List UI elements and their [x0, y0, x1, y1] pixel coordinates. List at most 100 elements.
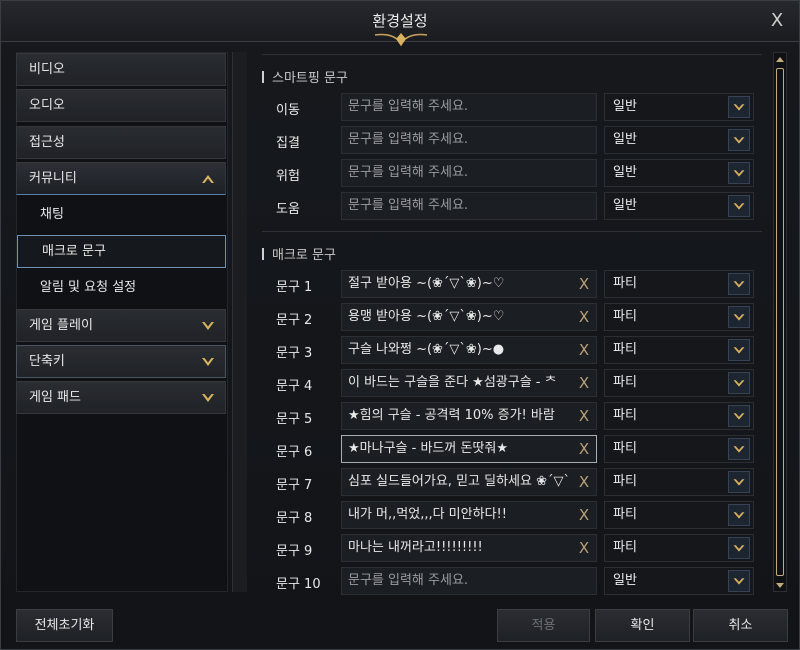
window-title: 환경설정	[372, 12, 428, 30]
phrase-input[interactable]: 절구 받아용 ~(❀ˊ▽ˋ❀)~♡	[341, 270, 597, 298]
sidebar-item-label: 접근성	[29, 135, 65, 150]
scroll-up-icon[interactable]	[774, 54, 786, 66]
sidebar-item-gamepad[interactable]: 게임 패드	[16, 381, 226, 414]
channel-select[interactable]: 파티	[604, 435, 754, 463]
phrase-input[interactable]: 내가 머,,먹었,,,다 미안하다!!	[341, 501, 597, 529]
channel-select-value: 일반	[613, 165, 637, 180]
sidebar-item-gameplay[interactable]: 게임 플레이	[16, 309, 226, 342]
chevron-down-icon	[202, 322, 214, 330]
chevron-down-icon	[728, 570, 750, 592]
apply-button[interactable]: 적용	[497, 609, 590, 642]
row-label: 문구 1	[276, 280, 313, 295]
channel-select[interactable]: 파티	[604, 402, 754, 430]
clear-icon[interactable]: X	[574, 404, 594, 428]
sidebar-item-label: 비디오	[29, 62, 65, 77]
channel-select-value: 파티	[613, 342, 637, 357]
phrase-input[interactable]: 용맹 받아용 ~(❀ˊ▽ˋ❀)~♡	[341, 303, 597, 331]
channel-select[interactable]: 일반	[604, 159, 754, 187]
sidebar-item-label: 알림 및 요청 설정	[40, 280, 137, 295]
sidebar-item-macro-phrases[interactable]: 매크로 문구	[17, 235, 226, 268]
section-title-text: 스마트핑 문구	[272, 71, 348, 86]
section-title-smart-ping: 스마트핑 문구	[262, 67, 348, 86]
channel-select-value: 파티	[613, 276, 637, 291]
channel-select[interactable]: 파티	[604, 468, 754, 496]
channel-select[interactable]: 파티	[604, 336, 754, 364]
clear-icon[interactable]: X	[574, 338, 594, 362]
phrase-input[interactable]: 문구를 입력해 주세요.	[341, 159, 597, 187]
chevron-down-icon	[202, 394, 214, 402]
close-button[interactable]: X	[765, 9, 789, 33]
clear-icon[interactable]: X	[574, 437, 594, 461]
row-label: 도움	[276, 202, 300, 217]
channel-select-value: 일반	[613, 573, 637, 588]
channel-select[interactable]: 파티	[604, 501, 754, 529]
divider	[262, 231, 762, 232]
sidebar-item-label: 게임 플레이	[29, 318, 93, 333]
phrase-input[interactable]: 문구를 입력해 주세요.	[341, 567, 597, 595]
chevron-down-icon	[728, 471, 750, 493]
clear-icon[interactable]: X	[574, 470, 594, 494]
channel-select[interactable]: 파티	[604, 270, 754, 298]
clear-icon[interactable]: X	[574, 371, 594, 395]
title-bar: 환경설정 X	[1, 1, 799, 47]
sidebar-item-notification-settings[interactable]: 알림 및 요청 설정	[16, 272, 226, 305]
confirm-button[interactable]: 확인	[595, 609, 690, 642]
channel-select[interactable]: 일반	[604, 567, 754, 595]
clear-icon[interactable]: X	[574, 305, 594, 329]
phrase-input[interactable]: 문구를 입력해 주세요.	[341, 126, 597, 154]
clear-icon[interactable]: X	[574, 272, 594, 296]
chevron-down-icon	[728, 195, 750, 217]
channel-select[interactable]: 일반	[604, 93, 754, 121]
channel-select-value: 파티	[613, 375, 637, 390]
row-label: 문구 10	[276, 577, 321, 592]
chevron-down-icon	[728, 537, 750, 559]
sidebar-item-hotkeys[interactable]: 단축키	[16, 345, 226, 378]
channel-select-value: 파티	[613, 540, 637, 555]
divider	[262, 54, 762, 55]
reset-all-button[interactable]: 전체초기화	[16, 609, 113, 642]
chevron-down-icon	[728, 162, 750, 184]
sidebar-item-label: 단축키	[29, 354, 65, 369]
channel-select-value: 파티	[613, 408, 637, 423]
cancel-button[interactable]: 취소	[693, 609, 788, 642]
phrase-input[interactable]: 문구를 입력해 주세요.	[341, 93, 597, 121]
channel-select-value: 일반	[613, 198, 637, 213]
phrase-input[interactable]: ★힘의 구슬 - 공격력 10% 증가! 바람	[341, 402, 597, 430]
scrollbar-thumb[interactable]	[776, 68, 784, 576]
channel-select[interactable]: 파티	[604, 303, 754, 331]
row-label: 문구 8	[276, 511, 313, 526]
section-title-text: 매크로 문구	[272, 248, 336, 263]
chevron-down-icon	[728, 438, 750, 460]
sidebar-item-video[interactable]: 비디오	[16, 53, 226, 86]
scroll-down-icon[interactable]	[774, 579, 786, 591]
phrase-input[interactable]: 심포 실드들어가요, 믿고 딜하세요 ❀ˊ▽ˋ	[341, 468, 597, 496]
chevron-down-icon	[728, 405, 750, 427]
chevron-down-icon	[202, 358, 214, 366]
channel-select[interactable]: 파티	[604, 369, 754, 397]
channel-select-value: 파티	[613, 441, 637, 456]
row-label: 문구 2	[276, 313, 313, 328]
channel-select[interactable]: 파티	[604, 534, 754, 562]
clear-icon[interactable]: X	[574, 503, 594, 527]
chevron-down-icon	[728, 339, 750, 361]
sidebar-item-label: 오디오	[29, 98, 65, 113]
channel-select[interactable]: 일반	[604, 126, 754, 154]
channel-select[interactable]: 일반	[604, 192, 754, 220]
chevron-down-icon	[728, 273, 750, 295]
phrase-input[interactable]: 이 바드는 구슬을 준다 ★섬광구슬 - ᄎ	[341, 369, 597, 397]
row-label: 집결	[276, 136, 300, 151]
phrase-input[interactable]: 구슬 나와쩡 ~(❀ˊ▽ˋ❀)~●	[341, 336, 597, 364]
sidebar-item-accessibility[interactable]: 접근성	[16, 126, 226, 159]
phrase-input[interactable]: 마나는 내꺼라고!!!!!!!!!	[341, 534, 597, 562]
ornament-icon	[374, 33, 428, 47]
row-label: 문구 4	[276, 379, 313, 394]
sidebar-item-audio[interactable]: 오디오	[16, 89, 226, 122]
channel-select-value: 파티	[613, 474, 637, 489]
phrase-input[interactable]: ★마나구슬 - 바드꺼 돈땃줘★	[341, 435, 597, 463]
clear-icon[interactable]: X	[574, 536, 594, 560]
sidebar-item-community[interactable]: 커뮤니티	[16, 162, 226, 195]
phrase-input[interactable]: 문구를 입력해 주세요.	[341, 192, 597, 220]
row-label: 문구 3	[276, 346, 313, 361]
sidebar-item-chat[interactable]: 채팅	[16, 199, 226, 232]
section-title-macro: 매크로 문구	[262, 244, 336, 263]
